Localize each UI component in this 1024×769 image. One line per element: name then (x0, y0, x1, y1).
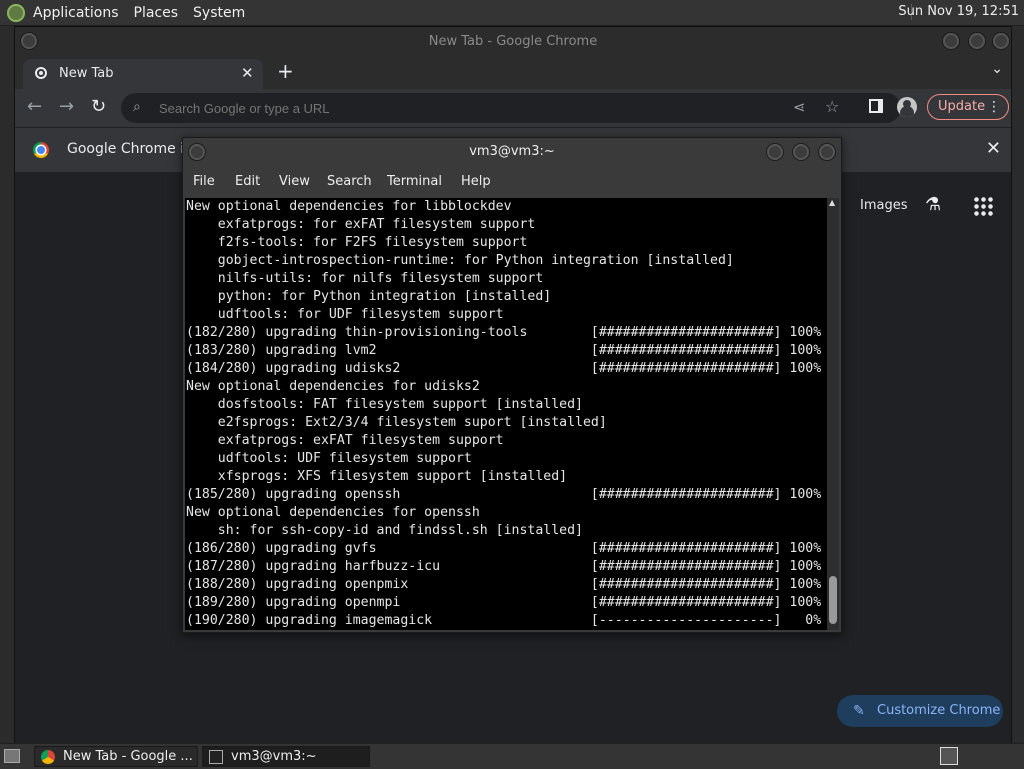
terminal-line: (184/280) upgrading udisks2 [###########… (186, 361, 822, 376)
chrome-logo-icon (33, 142, 49, 158)
menu-file[interactable]: File (193, 174, 215, 189)
omnibox[interactable]: ⌕ ⋖ ☆ (121, 93, 901, 123)
window-menu-icon[interactable] (21, 33, 37, 49)
terminal-scrollbar[interactable]: ▲ (827, 198, 839, 630)
terminal-line: (187/280) upgrading harfbuzz-icu [######… (186, 559, 822, 574)
taskbar-item-terminal[interactable]: vm3@vm3:~ (202, 746, 370, 767)
menu-view[interactable]: View (279, 174, 310, 189)
terminal-output[interactable]: New optional dependencies for libblockde… (185, 198, 827, 630)
menu-applications[interactable]: Applications (33, 5, 119, 21)
terminal-maximize-icon[interactable] (793, 144, 809, 160)
customize-label: Customize Chrome (877, 703, 1001, 718)
minimize-icon[interactable] (943, 33, 959, 49)
mate-logo-icon[interactable] (7, 3, 25, 22)
chrome-favicon-icon (35, 67, 47, 79)
scroll-up-arrow-icon[interactable]: ▲ (829, 198, 835, 207)
pencil-icon: ✎ (853, 703, 865, 719)
tab-close-icon[interactable]: ✕ (241, 64, 254, 82)
forward-arrow-icon[interactable]: → (59, 97, 74, 117)
terminal-line: New optional dependencies for openssh (186, 505, 480, 520)
terminal-line: (186/280) upgrading gvfs [##############… (186, 541, 822, 556)
terminal-icon (209, 750, 223, 764)
chrome-window-title: New Tab - Google Chrome (428, 34, 598, 49)
terminal-line: nilfs-utils: for nilfs filesystem suppor… (186, 271, 544, 286)
close-icon[interactable] (993, 33, 1009, 49)
terminal-line: udftools: for UDF filesystem support (186, 307, 504, 322)
scrollbar-thumb[interactable] (829, 576, 837, 624)
menu-terminal[interactable]: Terminal (387, 174, 442, 189)
tab-new-tab[interactable]: New Tab ✕ (23, 59, 263, 89)
more-menu-icon[interactable]: ⋮ (987, 95, 1001, 119)
infobar-message: Google Chrome isn (67, 141, 201, 157)
terminal-text: New optional dependencies for libblockde… (185, 198, 827, 630)
bottom-panel: New Tab - Google ... vm3@vm3:~ (0, 743, 1024, 769)
terminal-line: dosfstools: FAT filesystem support [inst… (186, 397, 583, 412)
tab-search-chevron-icon[interactable]: ⌄ (991, 61, 1003, 77)
images-link[interactable]: Images (860, 198, 908, 213)
terminal-line: New optional dependencies for udisks2 (186, 379, 480, 394)
terminal-line: exfatprogs: exFAT filesystem support (186, 433, 504, 448)
chrome-toolbar: ← → ↻ ⌕ ⋖ ☆ Update ⋮ (15, 89, 1011, 127)
share-icon[interactable]: ⋖ (793, 98, 806, 116)
workspace-switcher-icon[interactable] (940, 747, 958, 765)
menu-system[interactable]: System (193, 5, 245, 21)
tab-label: New Tab (59, 66, 114, 81)
apps-grid-icon[interactable] (973, 196, 993, 216)
menu-help[interactable]: Help (461, 174, 491, 189)
terminal-line: gobject-introspection-runtime: for Pytho… (186, 253, 734, 268)
terminal-line: e2fsprogs: Ext2/3/4 filesystem suport [i… (186, 415, 607, 430)
terminal-line: (185/280) upgrading openssh [###########… (186, 487, 822, 502)
terminal-line: sh: for ssh-copy-id and findssl.sh [inst… (186, 523, 583, 538)
side-panel-icon[interactable] (869, 99, 883, 113)
terminal-line: exfatprogs: for exFAT filesystem support (186, 217, 536, 232)
terminal-line: (182/280) upgrading thin-provisioning-to… (186, 325, 822, 340)
menu-edit[interactable]: Edit (235, 174, 260, 189)
terminal-menubar: File Edit View Search Terminal Help (183, 168, 841, 196)
maximize-icon[interactable] (969, 33, 985, 49)
terminal-line: xfsprogs: XFS filesystem support [instal… (186, 469, 568, 484)
terminal-minimize-icon[interactable] (767, 144, 783, 160)
back-arrow-icon[interactable]: ← (27, 97, 42, 117)
update-label: Update (938, 99, 986, 114)
terminal-title: vm3@vm3:~ (469, 144, 555, 159)
customize-chrome-button[interactable]: ✎ Customize Chrome (837, 695, 1003, 727)
terminal-line: f2fs-tools: for F2FS filesystem support (186, 235, 528, 250)
reload-icon[interactable]: ↻ (91, 97, 106, 117)
taskbar-item-label: New Tab - Google ... (63, 749, 193, 764)
menu-places[interactable]: Places (134, 5, 179, 21)
terminal-line: New optional dependencies for libblockde… (186, 199, 512, 214)
terminal-line: python: for Python integration [installe… (186, 289, 552, 304)
taskbar-item-chrome[interactable]: New Tab - Google ... (34, 746, 198, 767)
update-button[interactable]: Update ⋮ (927, 94, 1009, 120)
infobar-close-icon[interactable]: ✕ (986, 138, 1001, 159)
bookmark-star-icon[interactable]: ☆ (825, 97, 839, 116)
terminal-titlebar[interactable]: vm3@vm3:~ (183, 138, 841, 166)
new-tab-plus-icon[interactable]: + (277, 59, 294, 83)
chrome-titlebar[interactable]: New Tab - Google Chrome (15, 27, 1011, 57)
terminal-line: (189/280) upgrading openmpi [###########… (186, 595, 822, 610)
profile-avatar-icon[interactable] (897, 97, 917, 117)
chrome-icon (41, 750, 55, 764)
taskbar-item-label: vm3@vm3:~ (231, 749, 317, 764)
search-icon: ⌕ (133, 99, 141, 115)
terminal-line: udftools: UDF filesystem support (186, 451, 472, 466)
show-desktop-icon[interactable] (4, 749, 20, 763)
terminal-line: (190/280) upgrading imagemagick [-------… (186, 613, 822, 628)
labs-flask-icon[interactable]: ⚗ (925, 194, 941, 215)
top-panel: Applications Places System Sun Nov 19, 1… (0, 0, 1024, 26)
terminal-line: (188/280) upgrading openpmix [##########… (186, 577, 822, 592)
omnibox-input[interactable] (157, 100, 701, 117)
clock[interactable]: Sun Nov 19, 12:51 (898, 4, 1019, 19)
terminal-line: (183/280) upgrading lvm2 [##############… (186, 343, 822, 358)
menu-search[interactable]: Search (327, 174, 372, 189)
terminal-window: vm3@vm3:~ File Edit View Search Terminal… (182, 137, 842, 633)
terminal-close-icon[interactable] (819, 144, 835, 160)
terminal-window-menu-icon[interactable] (189, 144, 205, 160)
tab-strip: New Tab ✕ + ⌄ (15, 57, 1011, 89)
